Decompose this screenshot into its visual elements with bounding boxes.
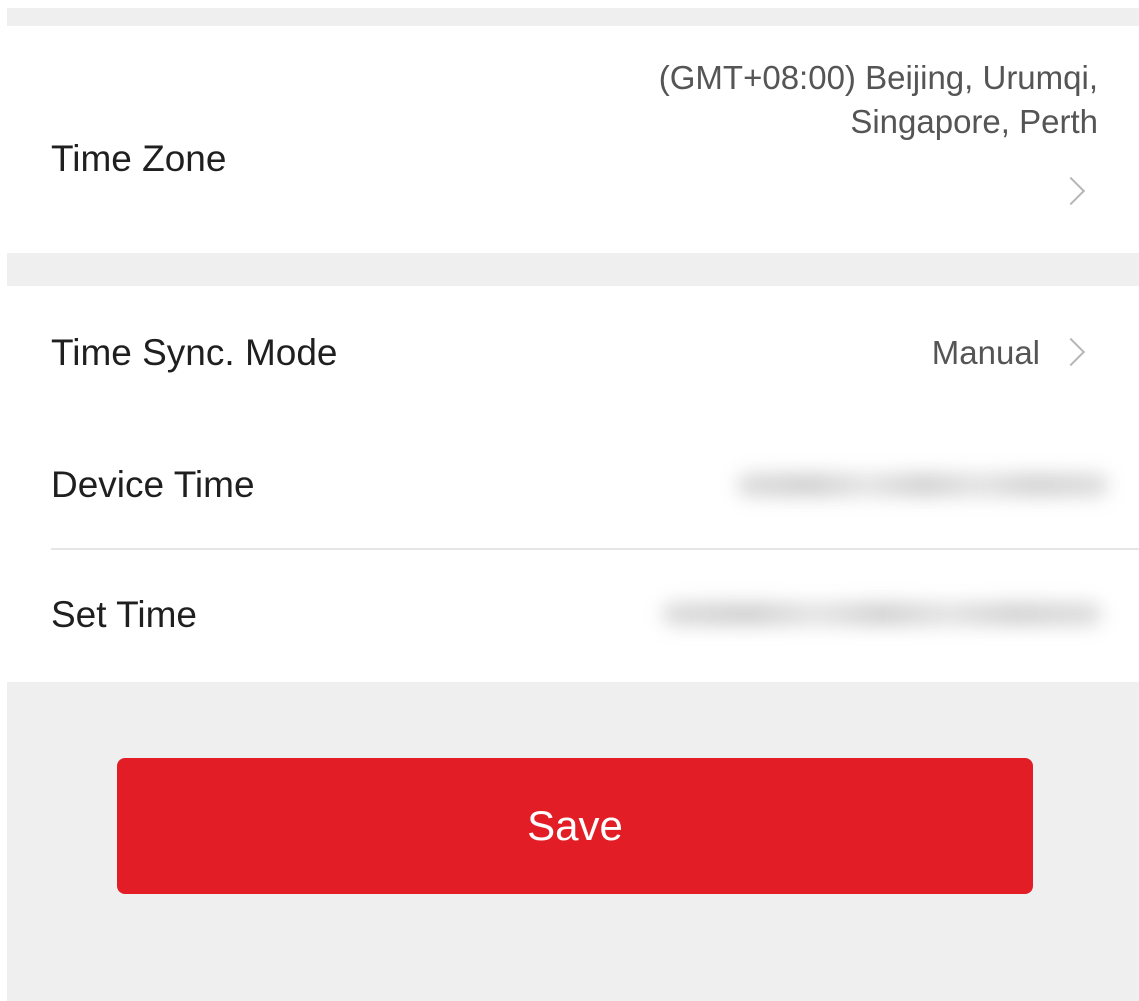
time-zone-value-line2: Singapore, Perth <box>850 103 1098 140</box>
save-button[interactable]: Save <box>117 758 1033 894</box>
device-time-label: Device Time <box>51 464 255 505</box>
device-time-value-redacted <box>737 473 1109 497</box>
time-zone-value: (GMT+08:00) Beijing, Urumqi, Singapore, … <box>538 56 1098 144</box>
time-sync-mode-value: Manual <box>931 334 1040 371</box>
time-sync-mode-label: Time Sync. Mode <box>51 332 338 373</box>
time-zone-row[interactable]: Time Zone (GMT+08:00) Beijing, Urumqi, S… <box>7 26 1139 253</box>
chevron-right-icon <box>1056 176 1086 206</box>
settings-screen: Time Zone (GMT+08:00) Beijing, Urumqi, S… <box>7 8 1139 1001</box>
time-settings-group: Time Sync. Mode Manual Device Time Set T… <box>7 286 1139 682</box>
set-time-row[interactable]: Set Time <box>7 550 1139 682</box>
time-sync-mode-row[interactable]: Time Sync. Mode Manual <box>7 286 1139 418</box>
chevron-right-icon <box>1056 337 1086 367</box>
time-zone-group: Time Zone (GMT+08:00) Beijing, Urumqi, S… <box>7 26 1139 253</box>
time-zone-value-line1: (GMT+08:00) Beijing, Urumqi, <box>658 59 1098 96</box>
time-zone-label: Time Zone <box>51 138 227 179</box>
device-time-row: Device Time <box>7 418 1139 549</box>
set-time-label: Set Time <box>51 594 197 635</box>
set-time-value-redacted <box>662 602 1102 626</box>
